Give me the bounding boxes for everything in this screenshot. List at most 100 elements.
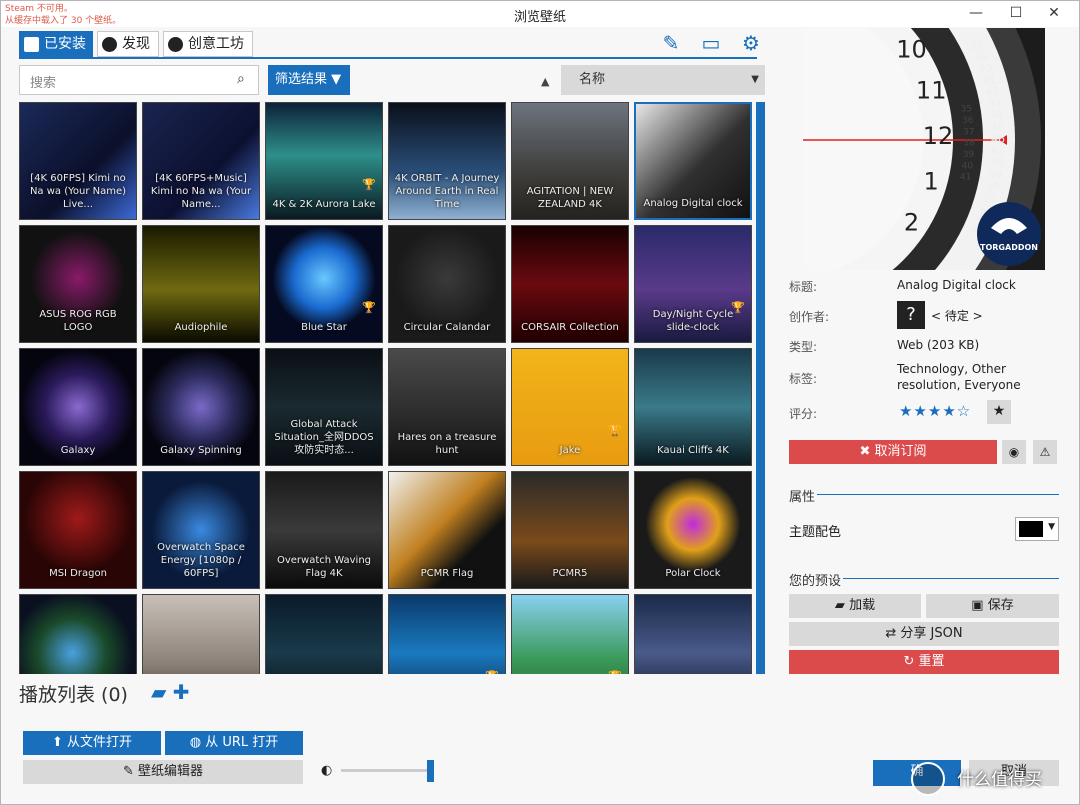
- open-from-file-button[interactable]: ⬆ 从文件打开: [23, 731, 161, 755]
- steam-icon: ◉: [1008, 445, 1020, 459]
- wallpaper-editor-button[interactable]: ✎ 壁纸编辑器: [23, 760, 303, 784]
- brightness-slider-track[interactable]: [341, 769, 431, 772]
- wallpaper-title: PCMR5: [552, 568, 588, 579]
- wallpaper-title: Overwatch Space Energy [1080p / 60FPS]: [157, 542, 245, 579]
- wallpaper-title: Global Attack Situation_全网DDOS攻防实时态...: [274, 419, 374, 456]
- wallpaper-tile[interactable]: Blue Star 🏆: [265, 225, 383, 343]
- wallpaper-tile[interactable]: CORSAIR Collection: [511, 225, 629, 343]
- wallpaper-tile[interactable]: [4K 60FPS+Music] Kimi no Na wa (Your Nam…: [142, 102, 260, 220]
- trophy-icon: 🏆: [608, 670, 622, 674]
- share-icon: ⇄: [885, 626, 901, 641]
- wallpaper-tile[interactable]: Overwatch Space Energy [1080p / 60FPS]: [142, 471, 260, 589]
- wallpaper-tile[interactable]: AGITATION | NEW ZEALAND 4K: [511, 102, 629, 220]
- wallpaper-tile[interactable]: PCMR5: [511, 471, 629, 589]
- sort-direction-icon[interactable]: ▲: [541, 75, 549, 88]
- save-icon: [24, 37, 39, 52]
- scrollbar-thumb[interactable]: [756, 102, 765, 674]
- warning-icon: ⚠: [1039, 445, 1051, 459]
- load-preset-button[interactable]: ▰ 加载: [789, 594, 921, 618]
- search-input[interactable]: 搜索: [19, 65, 259, 95]
- wallpaper-tile[interactable]: [19, 594, 137, 674]
- gear-icon[interactable]: ⚙: [739, 31, 763, 55]
- wallpaper-tile[interactable]: [634, 594, 752, 674]
- open-from-file-label: 从文件打开: [67, 735, 133, 750]
- trophy-icon: 🏆: [731, 301, 745, 314]
- tab-discover[interactable]: 发现: [97, 31, 159, 57]
- wallpaper-tile[interactable]: 🏆: [511, 594, 629, 674]
- wallpaper-tile[interactable]: [265, 594, 383, 674]
- clock-number: 41: [960, 173, 971, 183]
- wallpaper-editor-label: 壁纸编辑器: [138, 764, 204, 779]
- clock-number: 38: [963, 139, 975, 149]
- wand-icon[interactable]: ✎: [659, 31, 683, 55]
- title-bar: Steam 不可用。 从缓存中载入了 30 个壁纸。 浏览壁纸 — ☐ ✕: [1, 1, 1079, 27]
- wallpaper-tile[interactable]: Hares on a treasure hunt: [388, 348, 506, 466]
- unsubscribe-button[interactable]: ✖ 取消订阅: [789, 440, 997, 464]
- sort-select[interactable]: 名称 ▼: [561, 65, 765, 95]
- author-value[interactable]: < 待定 >: [931, 307, 983, 324]
- compass-icon: [102, 37, 117, 52]
- wallpaper-tile[interactable]: Polar Clock: [634, 471, 752, 589]
- window-title: 浏览壁纸: [513, 10, 566, 25]
- wallpaper-tile[interactable]: [4K 60FPS] Kimi no Na wa (Your Name) Liv…: [19, 102, 137, 220]
- steam-workshop-button[interactable]: ◉: [1002, 440, 1026, 464]
- open-from-url-label: 从 URL 打开: [205, 735, 279, 750]
- wallpaper-title: [4K 60FPS+Music] Kimi no Na wa (Your Nam…: [150, 173, 252, 210]
- wallpaper-tile[interactable]: 🏆: [388, 594, 506, 674]
- wallpaper-tile[interactable]: Analog Digital clock: [634, 102, 752, 220]
- wallpaper-tile[interactable]: 4K & 2K Aurora Lake 🏆: [265, 102, 383, 220]
- refresh-icon: ↻: [903, 654, 919, 669]
- wallpaper-tile[interactable]: MSI Dragon: [19, 471, 137, 589]
- wallpaper-tile[interactable]: Overwatch Waving Flag 4K: [265, 471, 383, 589]
- search-icon[interactable]: ⌕: [237, 71, 253, 87]
- sort-value: 名称: [579, 72, 606, 87]
- minimize-button[interactable]: —: [961, 1, 991, 27]
- monitor-icon[interactable]: ▭: [699, 31, 723, 55]
- clock-number: 1: [924, 167, 939, 195]
- chevron-down-icon: ▼: [751, 74, 759, 85]
- unsubscribe-label: 取消订阅: [874, 444, 927, 459]
- clock-number: 40: [962, 161, 974, 171]
- tab-underline: [19, 57, 757, 59]
- clock-number: 35: [960, 105, 971, 115]
- wallpaper-title: [4K 60FPS] Kimi no Na wa (Your Name) Liv…: [29, 173, 127, 210]
- report-button[interactable]: ⚠: [1033, 440, 1057, 464]
- load-label: 加载: [849, 598, 876, 613]
- share-json-button[interactable]: ⇄ 分享 JSON: [789, 622, 1059, 646]
- tags-value: Technology, Other resolution, Everyone: [897, 362, 1021, 392]
- trophy-icon: 🏆: [362, 301, 376, 314]
- tab-installed[interactable]: 已安装: [19, 31, 93, 57]
- folder-icon[interactable]: ▰: [151, 680, 166, 704]
- scheme-color-picker[interactable]: ▼: [1015, 517, 1059, 541]
- wallpaper-tile[interactable]: Kauai Cliffs 4K: [634, 348, 752, 466]
- brightness-slider-handle[interactable]: [427, 760, 434, 782]
- wallpaper-title: CORSAIR Collection: [521, 322, 619, 333]
- wallpaper-tile[interactable]: 4K ORBIT - A Journey Around Earth in Rea…: [388, 102, 506, 220]
- wallpaper-tile[interactable]: PCMR Flag: [388, 471, 506, 589]
- wallpaper-title: Overwatch Waving Flag 4K: [276, 555, 372, 579]
- tab-label: 已安装: [44, 36, 86, 52]
- playlist-label: 播放列表 (0): [19, 684, 128, 706]
- wallpaper-tile[interactable]: Galaxy: [19, 348, 137, 466]
- wallpaper-tile[interactable]: Jake 🏆: [511, 348, 629, 466]
- add-icon[interactable]: ✚: [173, 680, 190, 704]
- wallpaper-tile[interactable]: Circular Calandar: [388, 225, 506, 343]
- filter-button[interactable]: 筛选结果 ▼: [268, 65, 350, 95]
- wallpaper-tile[interactable]: Day/Night Cycle slide-clock 🏆: [634, 225, 752, 343]
- wallpaper-tile[interactable]: ASUS ROG RGB LOGO: [19, 225, 137, 343]
- reset-button[interactable]: ↻ 重置: [789, 650, 1059, 674]
- favorite-star-button[interactable]: ★: [987, 400, 1011, 424]
- close-button[interactable]: ✕: [1039, 1, 1069, 27]
- wallpaper-tile[interactable]: [142, 594, 260, 674]
- open-from-url-button[interactable]: ◍ 从 URL 打开: [165, 731, 303, 755]
- wallpaper-tile[interactable]: Galaxy Spinning: [142, 348, 260, 466]
- title-label: 标题:: [789, 280, 818, 294]
- tab-workshop[interactable]: 创意工坊: [163, 31, 253, 57]
- save-preset-button[interactable]: ▣ 保存: [926, 594, 1059, 618]
- wallpaper-title: PCMR Flag: [420, 568, 474, 579]
- wallpaper-tile[interactable]: Audiophile: [142, 225, 260, 343]
- color-swatch: [1019, 521, 1043, 537]
- section-divider: [843, 578, 1059, 579]
- maximize-button[interactable]: ☐: [1001, 1, 1031, 27]
- wallpaper-tile[interactable]: Global Attack Situation_全网DDOS攻防实时态...: [265, 348, 383, 466]
